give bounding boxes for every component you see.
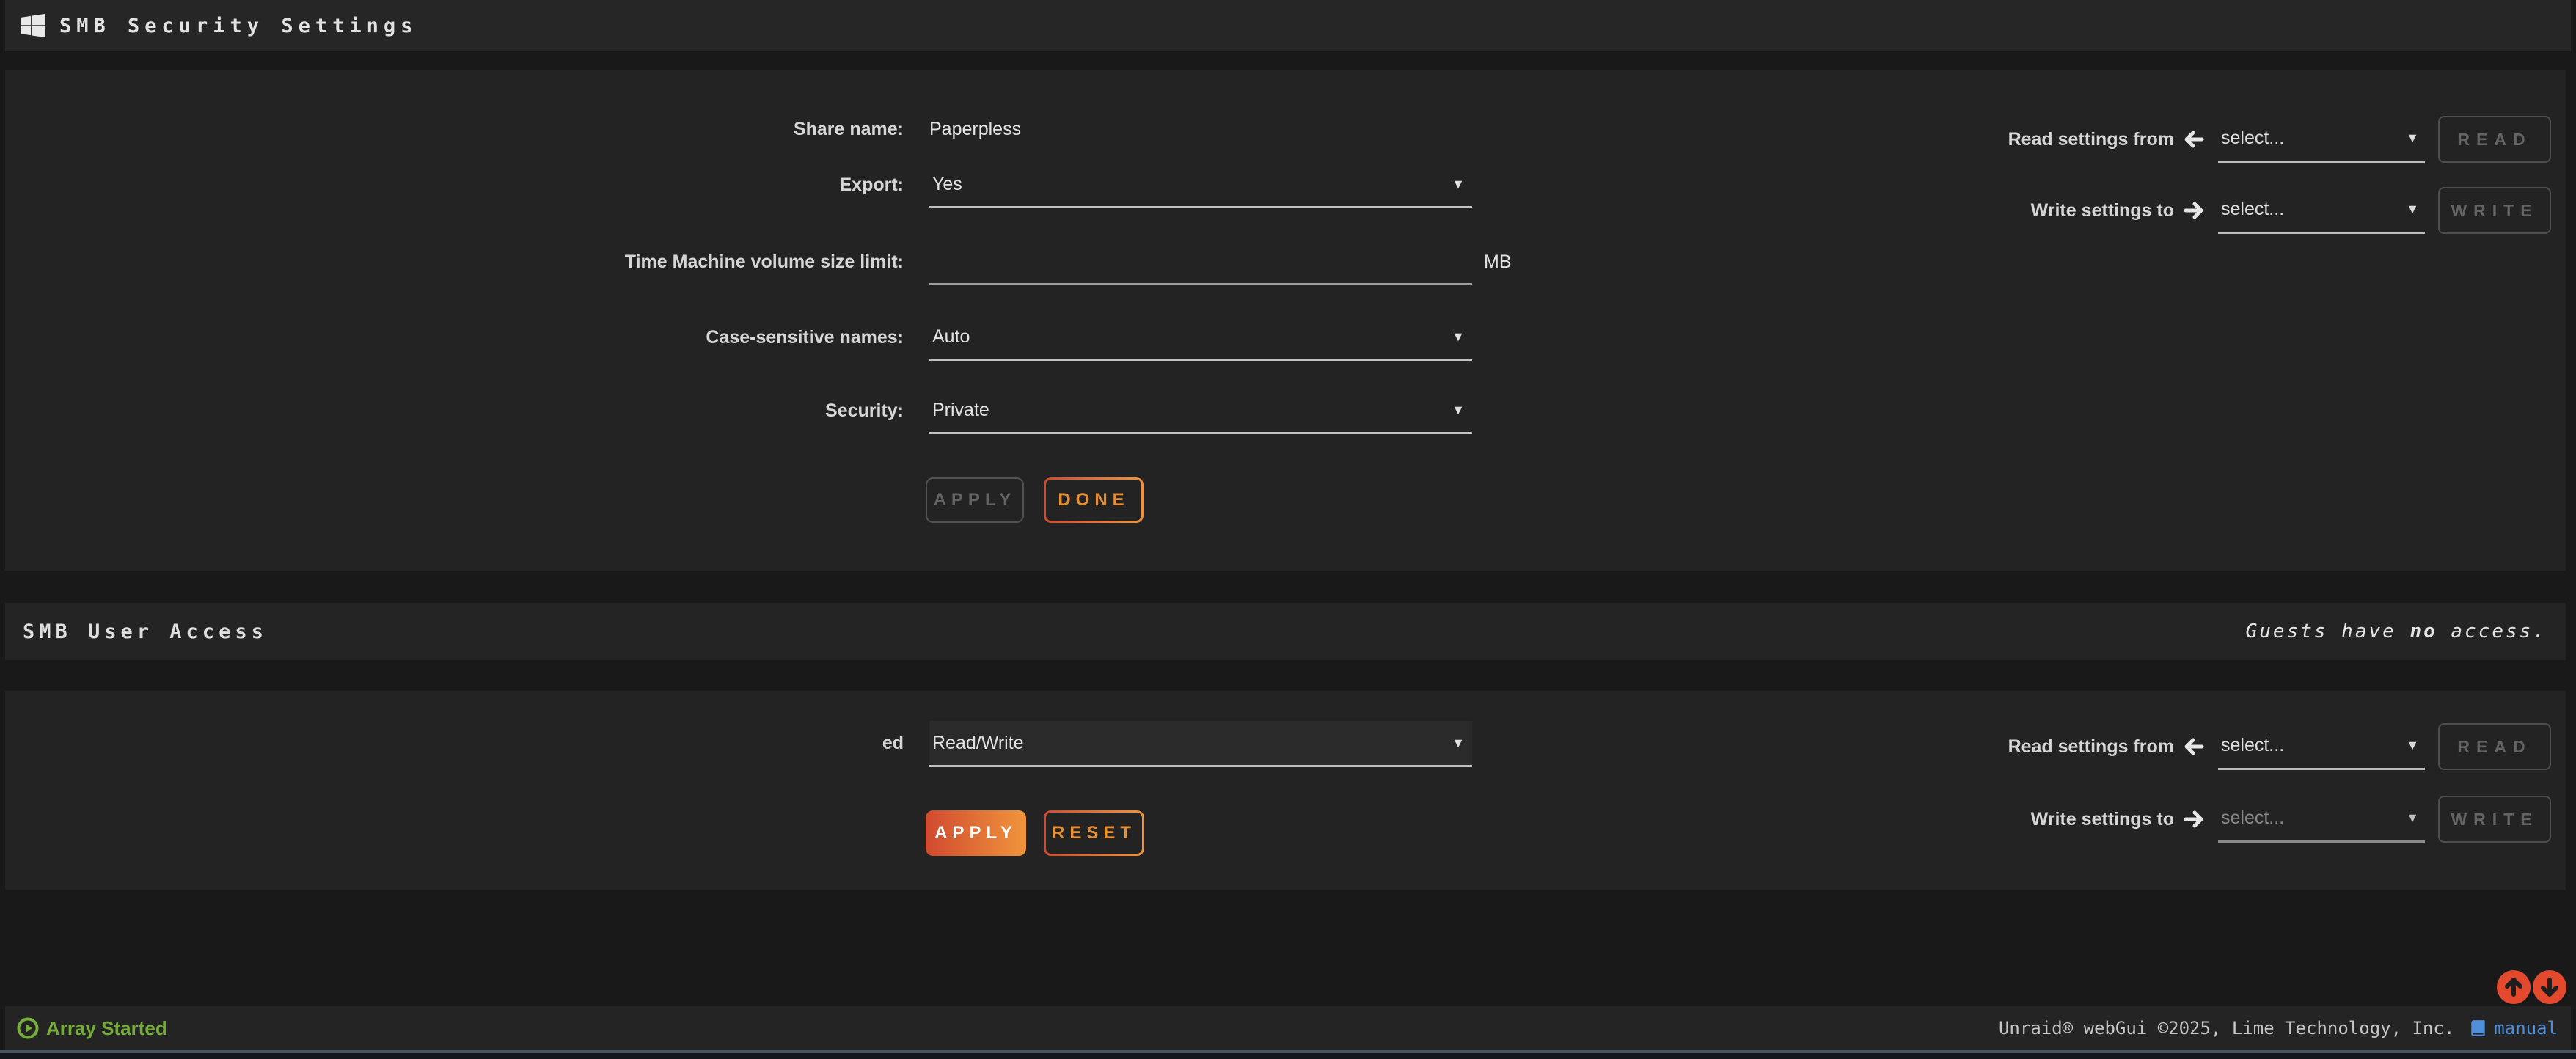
smb-security-panel: Share name: Paperpless Export: Yes ▼ Tim… [5, 70, 2566, 571]
windows-logo-icon [21, 14, 45, 37]
array-status-text: Array Started [46, 1017, 167, 1040]
read-settings-row: Read settings from select... ▼ READ [1932, 116, 2551, 163]
smb-user-access-panel: ed Read/Write ▼ APPLY RESET Read setting… [5, 691, 2566, 890]
guests-note-bold: no [2409, 620, 2437, 642]
guests-note-post: access. [2437, 620, 2547, 642]
play-circle-icon [17, 1017, 39, 1039]
export-label: Export: [5, 172, 904, 198]
case-sensitive-label: Case-sensitive names: [5, 324, 904, 351]
done-button-label: DONE [1046, 480, 1141, 521]
chevron-down-icon: ▼ [2406, 738, 2419, 753]
read-settings-select-value: select... [2221, 128, 2284, 149]
tm-size-limit-unit: MB [1484, 249, 1512, 275]
chevron-down-icon: ▼ [2406, 810, 2419, 826]
copyright-text: Unraid® webGui ©2025, Lime Technology, I… [1999, 1018, 2454, 1038]
arrow-right-icon [2183, 808, 2205, 830]
read-settings-select[interactable]: select... ▼ [2218, 116, 2425, 163]
export-select[interactable]: Yes ▼ [929, 162, 1472, 208]
write-settings-label: Write settings to [1932, 200, 2174, 221]
write-button[interactable]: WRITE [2438, 187, 2551, 234]
write-settings-select[interactable]: select... ▼ [2218, 796, 2425, 843]
footer-right: Unraid® webGui ©2025, Lime Technology, I… [1999, 1018, 2558, 1038]
guests-note-pre: Guests have [2246, 620, 2410, 642]
reset-button-label: RESET [1046, 813, 1142, 854]
title-bar: SMB Security Settings [5, 0, 2571, 51]
tm-size-limit-input[interactable] [929, 239, 1472, 285]
footer-bar: Array Started Unraid® webGui ©2025, Lime… [5, 1006, 2571, 1050]
scroll-to-top-button[interactable] [2497, 970, 2531, 1004]
page-title: SMB Security Settings [59, 15, 417, 37]
write-settings-select[interactable]: select... ▼ [2218, 187, 2425, 234]
reset-button[interactable]: RESET [1044, 810, 1144, 856]
book-icon [2469, 1019, 2488, 1038]
write-settings-select-value: select... [2221, 807, 2284, 829]
user-access-select-value: Read/Write [932, 733, 1024, 754]
chevron-down-icon: ▼ [1452, 329, 1465, 345]
share-name-value: Paperpless [929, 116, 1021, 142]
chevron-down-icon: ▼ [2406, 202, 2419, 217]
chevron-down-icon: ▼ [1452, 736, 1465, 751]
write-settings-select-value: select... [2221, 199, 2284, 220]
array-status: Array Started [17, 1017, 167, 1040]
bottom-bar-deep [0, 1053, 2576, 1059]
tm-size-limit-label: Time Machine volume size limit: [5, 249, 904, 275]
read-settings-select-value: select... [2221, 735, 2284, 756]
write-settings-label: Write settings to [1932, 809, 2174, 830]
user-label: ed [5, 730, 904, 756]
write-settings-row: Write settings to select... ▼ WRITE [1932, 187, 2551, 234]
security-label: Security: [5, 397, 904, 424]
chevron-down-icon: ▼ [1452, 403, 1465, 418]
security-select[interactable]: Private ▼ [929, 388, 1472, 434]
guests-access-note: Guests have no access. [2246, 620, 2547, 642]
chevron-down-icon: ▼ [1452, 177, 1465, 192]
bottom-bar [0, 1050, 2576, 1059]
user-access-select[interactable]: Read/Write ▼ [929, 721, 1472, 767]
arrow-left-icon [2183, 128, 2205, 150]
case-sensitive-select[interactable]: Auto ▼ [929, 315, 1472, 361]
read-button[interactable]: READ [2438, 723, 2551, 770]
read-settings-label: Read settings from [1932, 736, 2174, 758]
arrow-left-icon [2183, 736, 2205, 758]
arrow-up-icon [2503, 976, 2525, 998]
section-title: SMB User Access [23, 620, 268, 643]
write-button[interactable]: WRITE [2438, 796, 2551, 843]
case-sensitive-select-value: Auto [932, 326, 970, 348]
arrow-down-icon [2539, 976, 2561, 998]
manual-link[interactable]: manual [2494, 1018, 2558, 1038]
apply-button[interactable]: APPLY [926, 810, 1026, 856]
apply-button[interactable]: APPLY [926, 477, 1024, 523]
write-settings-row: Write settings to select... ▼ WRITE [1932, 796, 2551, 843]
security-select-value: Private [932, 400, 989, 421]
read-button[interactable]: READ [2438, 116, 2551, 163]
arrow-right-icon [2183, 199, 2205, 221]
done-button[interactable]: DONE [1044, 477, 1144, 523]
smb-user-access-header: SMB User Access Guests have no access. [5, 603, 2566, 660]
page: SMB Security Settings Share name: Paperp… [0, 0, 2576, 1059]
export-select-value: Yes [932, 174, 962, 195]
read-settings-row: Read settings from select... ▼ READ [1932, 723, 2551, 770]
chevron-down-icon: ▼ [2406, 131, 2419, 146]
scroll-to-bottom-button[interactable] [2533, 970, 2566, 1004]
share-name-label: Share name: [5, 116, 904, 142]
read-settings-select[interactable]: select... ▼ [2218, 723, 2425, 770]
read-settings-label: Read settings from [1932, 129, 2174, 150]
